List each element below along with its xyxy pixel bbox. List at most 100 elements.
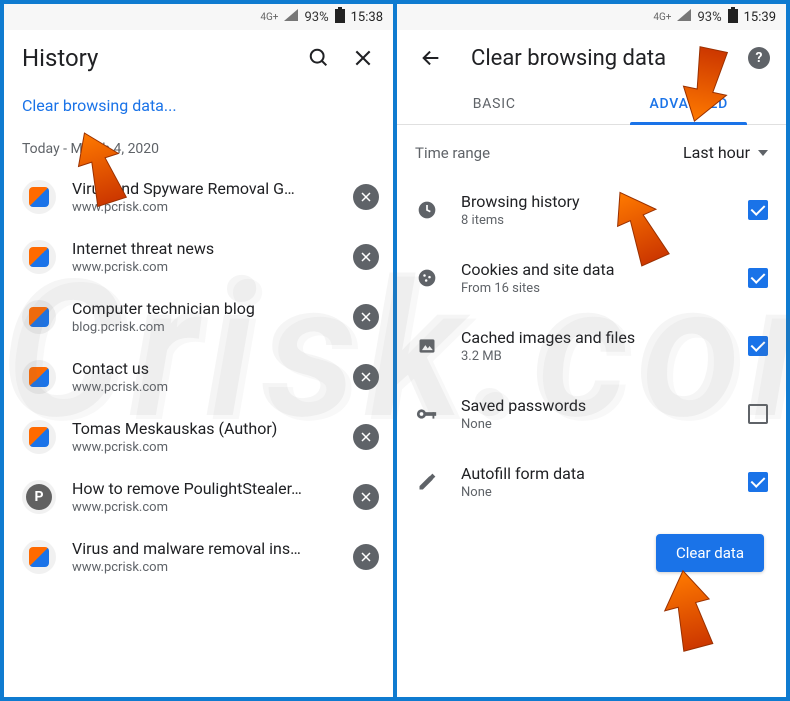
option-text: Autofill form dataNone	[461, 464, 726, 500]
history-item-title: Tomas Meskauskas (Author)	[72, 419, 337, 438]
option-text: Browsing history 8 items	[461, 192, 726, 228]
option-subtitle: 3.2 MB	[461, 349, 726, 364]
delete-icon[interactable]	[353, 184, 379, 210]
help-icon[interactable]: ?	[748, 47, 770, 69]
network-indicator: 4G+	[653, 12, 671, 23]
status-bar: 4G+ 93% 15:38	[4, 4, 393, 30]
favicon-icon	[29, 367, 49, 387]
history-item-title: Virus and Spyware Removal G…	[72, 179, 337, 198]
delete-icon[interactable]	[353, 544, 379, 570]
option-text: Cookies and site data From 16 sites	[461, 260, 726, 296]
history-item-text: Contact us www.pcrisk.com	[72, 359, 337, 395]
history-item-title: Virus and malware removal ins…	[72, 539, 337, 558]
tab-advanced[interactable]: ADVANCED	[592, 82, 787, 124]
status-bar: 4G+ 93% 15:39	[397, 4, 786, 30]
history-item[interactable]: Contact us www.pcrisk.com	[4, 347, 393, 407]
history-item[interactable]: Tomas Meskauskas (Author)www.pcrisk.com	[4, 407, 393, 467]
battery-text: 93%	[697, 10, 721, 25]
history-header: History	[4, 30, 393, 82]
option-checkbox[interactable]	[748, 472, 768, 492]
favicon	[22, 540, 56, 574]
history-item-text: How to remove PoulightStealer… www.pcrisk…	[72, 479, 337, 515]
network-indicator: 4G+	[260, 12, 278, 23]
time-range-value: Last hour	[683, 143, 750, 162]
search-icon[interactable]	[305, 44, 333, 72]
history-item-title: Computer technician blog	[72, 299, 337, 318]
options-list: Browsing history 8 items Cookies and site …	[397, 170, 786, 516]
clock-icon	[415, 198, 439, 222]
favicon	[22, 240, 56, 274]
close-icon[interactable]	[349, 44, 377, 72]
history-item-title: Contact us	[72, 359, 337, 378]
history-item[interactable]: Internet threat news www.pcrisk.com	[4, 227, 393, 287]
delete-icon[interactable]	[353, 244, 379, 270]
cookie-icon	[415, 266, 439, 290]
favicon-icon	[29, 427, 49, 447]
option-checkbox[interactable]	[748, 200, 768, 220]
delete-icon[interactable]	[353, 424, 379, 450]
history-item-title: How to remove PoulightStealer…	[72, 479, 337, 498]
history-item-url: blog.pcrisk.com	[72, 320, 337, 335]
chevron-down-icon	[758, 150, 768, 156]
favicon	[22, 300, 56, 334]
time-range-dropdown[interactable]: Time range Last hour	[397, 125, 786, 170]
option-text: Cached images and files 3.2 MB	[461, 328, 726, 364]
delete-icon[interactable]	[353, 304, 379, 330]
clear-data-button[interactable]: Clear data	[656, 534, 764, 572]
option-subtitle: From 16 sites	[461, 281, 726, 296]
history-item-text: Computer technician blog blog.pcrisk.com	[72, 299, 337, 335]
clock-text: 15:39	[744, 10, 776, 25]
favicon	[22, 180, 56, 214]
history-item-url: www.pcrisk.com	[72, 260, 337, 275]
option-title: Cookies and site data	[461, 260, 726, 279]
option-item: Cookies and site data From 16 sites	[397, 244, 786, 312]
key-icon	[415, 402, 439, 426]
history-item[interactable]: Virus and malware removal ins… www.pcrisk…	[4, 527, 393, 587]
history-item-url: www.pcrisk.com	[72, 500, 337, 515]
history-item-text: Internet threat news www.pcrisk.com	[72, 239, 337, 275]
tab-basic[interactable]: BASIC	[397, 82, 592, 124]
pencil-icon	[415, 470, 439, 494]
delete-icon[interactable]	[353, 364, 379, 390]
history-item-url: www.pcrisk.com	[72, 380, 337, 395]
favicon	[22, 360, 56, 394]
battery-icon	[335, 7, 345, 27]
option-title: Cached images and files	[461, 328, 726, 347]
option-item: Browsing history 8 items	[397, 176, 786, 244]
date-header: Today - March 4, 2020	[4, 131, 393, 167]
option-checkbox[interactable]	[748, 404, 768, 424]
option-checkbox[interactable]	[748, 336, 768, 356]
option-item: Cached images and files 3.2 MB	[397, 312, 786, 380]
favicon-icon	[29, 307, 49, 327]
page-title: Clear browsing data	[471, 46, 720, 71]
favicon: P	[22, 480, 56, 514]
favicon-icon	[29, 187, 49, 207]
favicon	[22, 420, 56, 454]
battery-icon	[728, 7, 738, 27]
history-list: Virus and Spyware Removal G… www.pcrisk.c…	[4, 167, 393, 697]
option-subtitle: 8 items	[461, 213, 726, 228]
delete-icon[interactable]	[353, 484, 379, 510]
clear-data-header: Clear browsing data ?	[397, 30, 786, 82]
option-text: Saved passwordsNone	[461, 396, 726, 432]
history-item[interactable]: Computer technician blog blog.pcrisk.com	[4, 287, 393, 347]
signal-icon	[284, 9, 298, 25]
history-item-url: www.pcrisk.com	[72, 560, 337, 575]
favicon-icon	[29, 247, 49, 267]
battery-text: 93%	[304, 10, 328, 25]
history-item[interactable]: P How to remove PoulightStealer… www.pcris…	[4, 467, 393, 527]
history-item-title: Internet threat news	[72, 239, 337, 258]
option-checkbox[interactable]	[748, 268, 768, 288]
clear-browsing-data-link[interactable]: Clear browsing data...	[4, 82, 393, 131]
option-subtitle: None	[461, 485, 726, 500]
back-icon[interactable]	[415, 44, 447, 72]
history-item-url: www.pcrisk.com	[72, 200, 337, 215]
option-item: Saved passwordsNone	[397, 380, 786, 448]
signal-icon	[677, 9, 691, 25]
history-item-text: Virus and malware removal ins… www.pcrisk…	[72, 539, 337, 575]
option-title: Browsing history	[461, 192, 726, 211]
option-item: Autofill form dataNone	[397, 448, 786, 516]
favicon-icon: P	[26, 484, 52, 510]
history-item[interactable]: Virus and Spyware Removal G… www.pcrisk.c…	[4, 167, 393, 227]
option-title: Saved passwords	[461, 396, 726, 415]
